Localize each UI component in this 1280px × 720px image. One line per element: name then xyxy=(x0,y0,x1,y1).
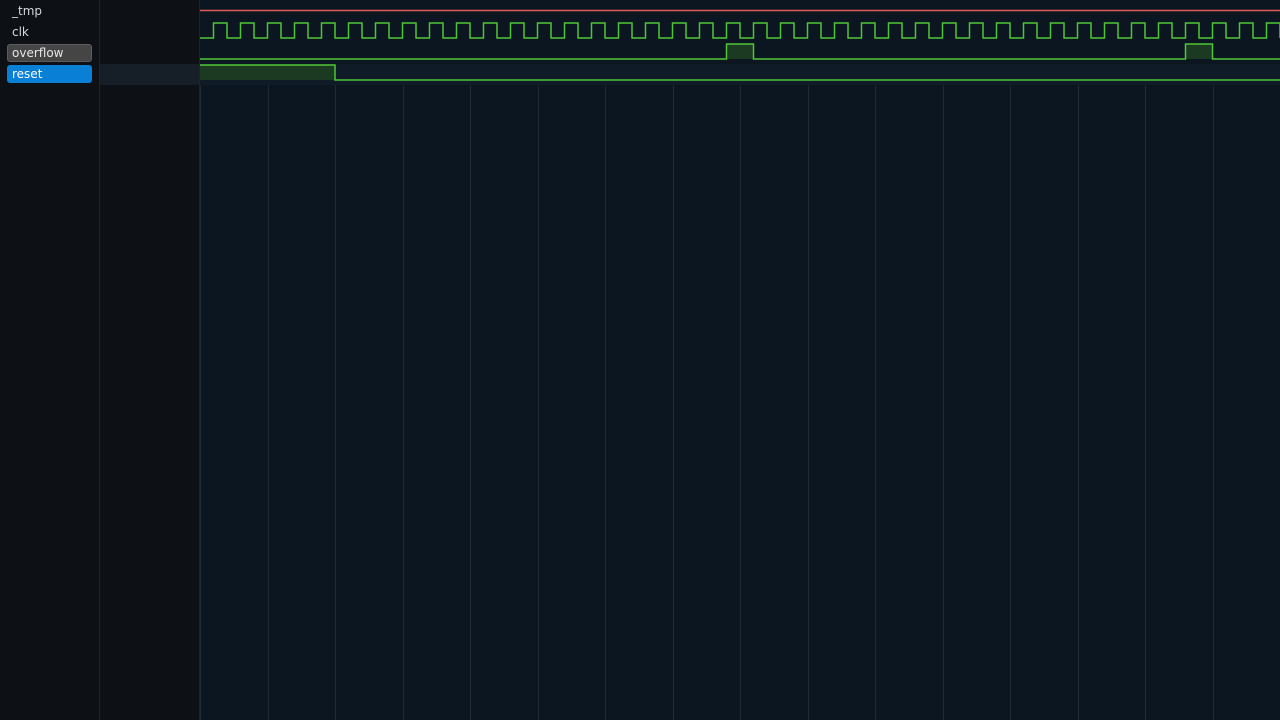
signal-name-reset[interactable]: reset xyxy=(7,65,92,83)
value-row-reset[interactable] xyxy=(100,64,199,85)
signal-names-panel: _tmp clk overflow reset xyxy=(0,0,100,720)
signal-name-overflow[interactable]: overflow xyxy=(7,44,92,62)
signal-name-tmp[interactable]: _tmp xyxy=(7,2,92,20)
selected-row-highlight xyxy=(200,64,1280,85)
grid-lines xyxy=(200,85,1214,720)
wave-overflow-high-fill xyxy=(1185,44,1213,59)
waveform-canvas[interactable] xyxy=(200,0,1280,720)
wave-overflow-high-fill xyxy=(726,44,754,59)
signal-name-clk[interactable]: clk xyxy=(7,23,92,41)
signal-values-panel xyxy=(100,0,200,720)
waveform-viewer: _tmp clk overflow reset xyxy=(0,0,1280,720)
wave-clk xyxy=(200,22,1280,39)
wave-reset-high-fill xyxy=(200,65,335,80)
waveform-svg xyxy=(200,9,1280,720)
selection-highlight xyxy=(200,64,1280,85)
